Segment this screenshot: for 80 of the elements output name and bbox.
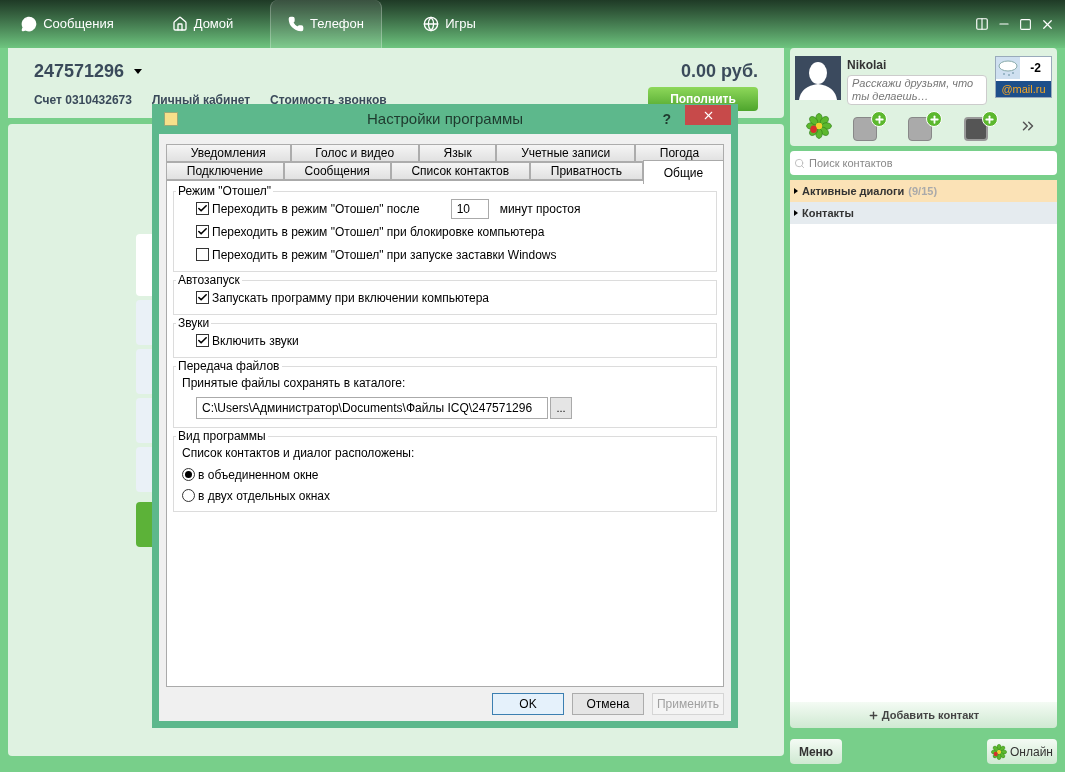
option-label: Переходить в режим "Отошел" после (212, 200, 420, 218)
plus-icon (867, 709, 879, 721)
snow-cloud-icon (996, 57, 1020, 79)
browse-button[interactable]: ... (550, 397, 572, 419)
expand-arrow-icon (794, 188, 798, 194)
settings-tab[interactable]: Список контактов (390, 162, 530, 180)
checkbox[interactable] (196, 202, 209, 215)
app-icon (164, 112, 178, 126)
dialog-button[interactable]: Отмена (572, 693, 644, 715)
checkbox[interactable] (196, 248, 209, 261)
settings-tab[interactable]: Общие (642, 160, 724, 184)
plus-icon (928, 113, 940, 125)
option-label: Запускать программу при включении компьютера (212, 289, 489, 307)
user-name: Nikolai (847, 57, 888, 74)
group-count: (9/15) (908, 183, 938, 199)
contact-group[interactable]: Контакты (790, 202, 1057, 224)
top-tab[interactable]: Игры (382, 0, 517, 48)
temperature: -2 (1029, 60, 1042, 77)
add-contact-button[interactable]: Добавить контакт (790, 702, 1057, 728)
folder-path-field[interactable]: C:\Users\Администратор\Documents\Файлы ICQ\247571296 (196, 397, 548, 419)
section-title: Звуки (176, 315, 212, 331)
search-field[interactable]: Поиск контактов (790, 151, 1057, 175)
status-field[interactable]: Расскажи друзьям, что ты делаешь… (847, 75, 987, 105)
add-network-button[interactable] (963, 111, 998, 141)
section-title: Передача файлов (176, 358, 282, 374)
section-title: Автозапуск (176, 272, 242, 288)
status-button[interactable]: Онлайн (987, 739, 1057, 764)
balance-amount: 0.00 руб. (681, 60, 758, 83)
account-number[interactable]: 247571296 (34, 58, 125, 85)
menu-button[interactable]: Меню (790, 739, 842, 764)
plus-icon (984, 113, 996, 125)
section-caption: Список контактов и диалог расположены: (182, 445, 415, 462)
avatar-silhouette-icon (795, 56, 841, 100)
add-network-button[interactable] (853, 111, 888, 141)
group-label: Контакты (802, 205, 854, 221)
settings-tab[interactable]: Голос и видео (290, 144, 419, 162)
flower-icon (805, 113, 832, 139)
contact-group[interactable]: Активные диалоги (9/15) (790, 180, 1057, 202)
help-button[interactable]: ? (662, 108, 671, 130)
option-label: в объединенном окне (198, 466, 319, 484)
checkbox[interactable] (196, 291, 209, 304)
phone-icon (288, 16, 305, 32)
settings-tab[interactable]: Учетные записи (496, 144, 635, 162)
status-flower-icon (991, 743, 1008, 760)
option-label: Переходить в режим "Отошел" при блокировке компьютера (212, 223, 545, 241)
settings-tab[interactable]: Подключение (166, 162, 284, 180)
top-tab[interactable]: Телефон (270, 0, 382, 48)
checkbox[interactable] (196, 334, 209, 347)
checkbox[interactable] (196, 225, 209, 238)
settings-tab[interactable]: Сообщения (283, 162, 391, 180)
chat-icon (21, 16, 38, 32)
settings-tab[interactable]: Приватность (530, 162, 643, 180)
plus-icon (873, 113, 885, 125)
settings-tab[interactable]: Уведомления (166, 144, 291, 162)
group-label: Активные диалоги (802, 183, 905, 199)
account-link[interactable]: Счет 0310432673 (34, 91, 132, 109)
section-title: Вид программы (176, 428, 268, 444)
search-icon (794, 157, 805, 169)
dialog-button[interactable]: OK (492, 693, 564, 715)
section-caption: Принятые файлы сохранять в каталоге: (182, 375, 406, 392)
radio-button[interactable] (182, 489, 195, 502)
option-label: в двух отдельных окнах (198, 487, 330, 505)
expand-arrow-icon (794, 210, 798, 216)
top-tab[interactable]: Домой (135, 0, 270, 48)
weather-widget[interactable]: -2 @mail.ru (995, 56, 1052, 98)
top-tab[interactable]: Сообщения (0, 0, 135, 48)
dropdown-caret-icon[interactable] (134, 69, 143, 74)
home-icon (171, 16, 188, 32)
option-label: Переходить в режим "Отошел" при запуске заставки Windows (212, 246, 557, 264)
settings-tab[interactable]: Язык (418, 144, 497, 162)
dialog-title: Настройки программы (366, 108, 524, 129)
radio-button[interactable] (182, 468, 195, 481)
minutes-label: минут простоя (499, 200, 581, 218)
option-label: Включить звуки (212, 332, 299, 350)
split-view-icon[interactable] (975, 17, 989, 31)
weather-source: @mail.ru (996, 81, 1051, 97)
maximize-icon[interactable] (1019, 17, 1032, 31)
add-network-button[interactable] (908, 111, 943, 141)
minutes-field[interactable]: 10 (450, 198, 489, 219)
globe-icon (423, 16, 440, 32)
